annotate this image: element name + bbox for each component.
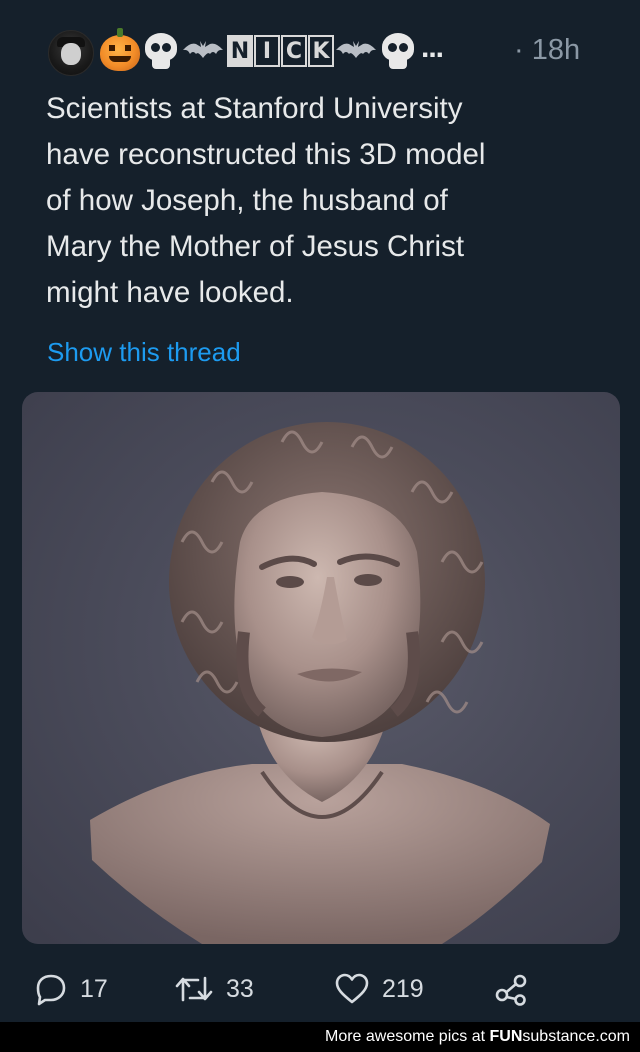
name-letter-c: C [281, 35, 307, 67]
name-letter-i: I [254, 35, 280, 67]
watermark-footer: More awesome pics at FUNsubstance.com [0, 1022, 640, 1052]
retweet-count: 33 [226, 974, 254, 1003]
tweet-actions: 17 33 219 [34, 966, 594, 1012]
share-button[interactable] [494, 966, 528, 1012]
avatar[interactable] [48, 30, 94, 76]
retweet-button[interactable]: 33 [174, 966, 254, 1012]
bat-icon [335, 38, 377, 64]
tweet-text: Scientists at Stanford University have r… [46, 92, 486, 309]
bat-icon [182, 38, 224, 64]
like-button[interactable]: 219 [334, 966, 424, 1012]
pumpkin-icon [100, 28, 140, 71]
tweet-media-image[interactable] [22, 392, 620, 944]
display-name[interactable]: N I C K ... [100, 28, 444, 74]
retweet-icon [175, 976, 213, 1002]
reply-button[interactable]: 17 [34, 966, 108, 1012]
watermark-prefix: More awesome pics at [324, 1028, 490, 1045]
watermark-brand-rest: substance.com [522, 1028, 630, 1045]
reply-count: 17 [80, 974, 108, 1003]
skull-icon [143, 31, 179, 71]
reply-icon [36, 974, 66, 1006]
name-letter-n: N [227, 35, 253, 67]
avatar-face [61, 43, 81, 65]
bust-sculpture-image [90, 422, 550, 944]
heart-icon [335, 973, 369, 1004]
timestamp[interactable]: · 18h [514, 30, 580, 70]
watermark-text: More awesome pics at FUNsubstance.com [325, 1027, 630, 1047]
like-count: 219 [382, 974, 424, 1003]
watermark-brand-bold: FUN [489, 1028, 523, 1045]
share-icon [495, 974, 527, 1006]
skull-icon [380, 31, 416, 71]
name-truncation: ... [421, 31, 444, 64]
show-thread-link[interactable]: Show this thread [47, 332, 241, 372]
tweet-card[interactable]: N I C K ... · 18h Scientists at Stanford… [0, 0, 640, 1022]
name-letter-k: K [308, 35, 334, 67]
